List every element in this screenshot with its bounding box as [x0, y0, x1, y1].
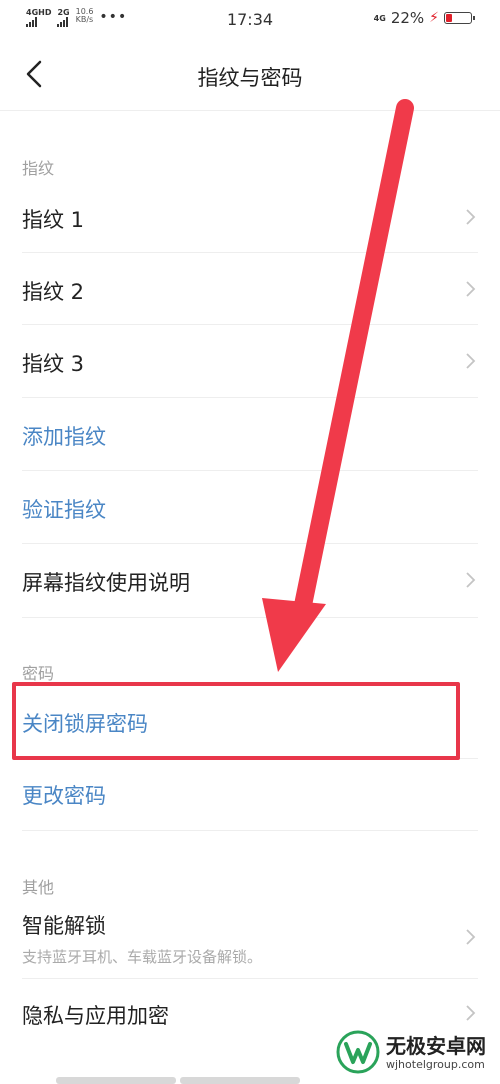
charging-bolt-icon: ⚡: [429, 10, 439, 26]
section-header-other: 其他: [22, 878, 55, 897]
section-header-password: 密码: [22, 664, 55, 683]
verify-fingerprint-item[interactable]: 验证指纹: [0, 472, 500, 542]
fingerprint-1-item[interactable]: 指纹 1: [0, 182, 500, 252]
watermark-url: wjhotelgroup.com: [386, 1057, 485, 1071]
divider: [22, 617, 478, 618]
chevron-right-icon: [466, 281, 476, 297]
screen-fingerprint-guide-label: 屏幕指纹使用说明: [22, 571, 190, 595]
fingerprint-2-label: 指纹 2: [22, 280, 85, 304]
network-4g-icon: 4G: [373, 13, 386, 23]
status-right: 4G 22% ⚡: [373, 9, 475, 27]
title-bar: 指纹与密码: [0, 40, 500, 111]
fingerprint-1-label: 指纹 1: [22, 208, 85, 232]
divider: [22, 543, 478, 544]
divider: [22, 470, 478, 471]
chevron-right-icon: [466, 929, 476, 945]
watermark: 无极安卓网 wjhotelgroup.com: [336, 1030, 486, 1074]
divider: [22, 830, 478, 831]
watermark-logo-icon: [336, 1030, 380, 1074]
chevron-right-icon: [466, 353, 476, 369]
add-fingerprint-label: 添加指纹: [22, 425, 106, 449]
divider: [22, 978, 478, 979]
smart-unlock-description: 支持蓝牙耳机、车载蓝牙设备解锁。: [22, 948, 263, 966]
verify-fingerprint-label: 验证指纹: [22, 498, 106, 522]
watermark-name: 无极安卓网: [386, 1033, 486, 1058]
chevron-right-icon: [466, 1005, 476, 1021]
chevron-right-icon: [466, 572, 476, 588]
screen-fingerprint-guide-item[interactable]: 屏幕指纹使用说明: [0, 545, 500, 615]
battery-level: [446, 14, 452, 22]
privacy-app-encrypt-label: 隐私与应用加密: [22, 1004, 169, 1028]
highlight-box: [12, 682, 460, 760]
fingerprint-3-item[interactable]: 指纹 3: [0, 326, 500, 396]
bottom-bar: [180, 1077, 300, 1084]
bottom-bar: [56, 1077, 176, 1084]
change-password-item[interactable]: 更改密码: [0, 760, 500, 830]
divider: [22, 397, 478, 398]
page-title: 指纹与密码: [197, 66, 303, 90]
battery-icon: [444, 12, 475, 24]
change-password-label: 更改密码: [22, 784, 106, 808]
smart-unlock-label: 智能解锁: [22, 914, 106, 938]
divider: [22, 252, 478, 253]
fingerprint-2-item[interactable]: 指纹 2: [0, 254, 500, 324]
add-fingerprint-item[interactable]: 添加指纹: [0, 399, 500, 469]
section-header-fingerprint: 指纹: [22, 159, 55, 178]
status-bar: 4GHD 2G 10.6 KB/s ••• 17:34 4G 22% ⚡: [0, 0, 500, 40]
divider: [22, 324, 478, 325]
fingerprint-3-label: 指纹 3: [22, 352, 85, 376]
battery-percent: 22%: [390, 9, 425, 27]
chevron-right-icon: [466, 209, 476, 225]
smart-unlock-item[interactable]: 智能解锁 支持蓝牙耳机、车载蓝牙设备解锁。: [0, 900, 500, 978]
